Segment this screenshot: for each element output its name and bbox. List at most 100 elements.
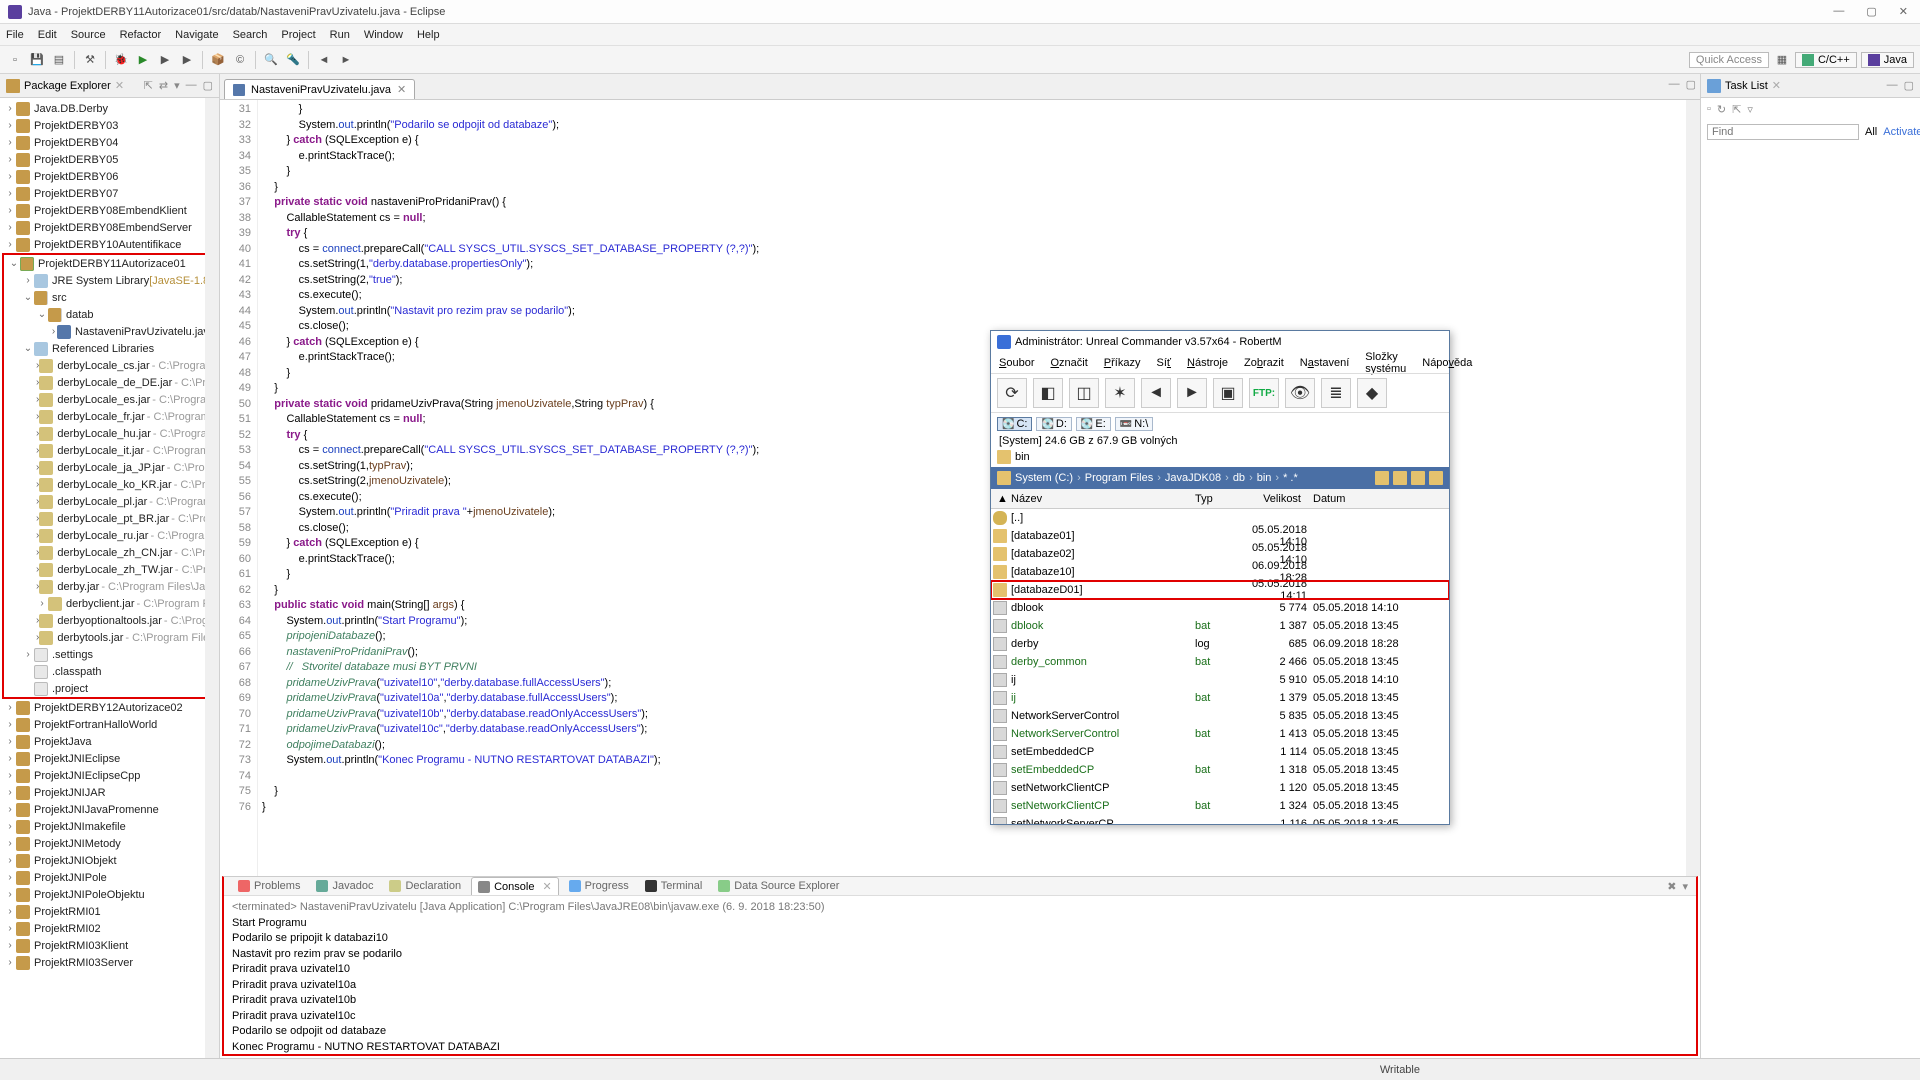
- uc-path-seg[interactable]: bin: [1257, 472, 1272, 484]
- editor-minimize-icon[interactable]: —: [1669, 78, 1680, 91]
- tree-item[interactable]: ›ProjektJNIPoleObjektu: [0, 886, 219, 903]
- tree-item[interactable]: ›ProjektRMI03Klient: [0, 937, 219, 954]
- code-editor[interactable]: 3132333435363738394041424344454647484950…: [220, 100, 1700, 876]
- tab-dse[interactable]: Data Source Explorer: [712, 878, 845, 894]
- uc-file-row[interactable]: dblookbat1 38705.05.2018 13:45: [991, 617, 1449, 635]
- tree-item[interactable]: ›ProjektJNIObjekt: [0, 852, 219, 869]
- tree-item[interactable]: ›ProjektDERBY07: [0, 185, 219, 202]
- uc-menu-slozky[interactable]: Složky systému: [1365, 351, 1406, 375]
- tree-item[interactable]: ›derbyLocale_ru.jar - C:\Program Fil: [4, 527, 215, 544]
- menu-edit[interactable]: Edit: [38, 29, 57, 41]
- new-package-button[interactable]: 📦: [209, 51, 227, 69]
- uc-file-row[interactable]: [databaze10]06.09.2018 18:28: [991, 563, 1449, 581]
- menu-project[interactable]: Project: [281, 29, 315, 41]
- close-view-icon[interactable]: ✕: [115, 79, 124, 92]
- task-max-icon[interactable]: ▢: [1904, 79, 1914, 92]
- uc-menu-sit[interactable]: Síť: [1156, 357, 1171, 369]
- new-class-button[interactable]: ©: [231, 51, 249, 69]
- tree-item[interactable]: .project: [4, 680, 215, 697]
- uc-flag-button[interactable]: ◧: [1033, 378, 1063, 408]
- tree-item[interactable]: ›derbyLocale_pt_BR.jar - C:\Program Fil: [4, 510, 215, 527]
- uc-col-name[interactable]: Název: [1005, 493, 1189, 505]
- tree-item[interactable]: ›derbyLocale_es.jar - C:\Program Fil: [4, 391, 215, 408]
- tree-item[interactable]: ›derbyLocale_zh_CN.jar - C:\Program Fil: [4, 544, 215, 561]
- tab-console[interactable]: Console✕: [471, 877, 559, 895]
- quick-access[interactable]: Quick Access: [1689, 52, 1769, 68]
- tree-item[interactable]: ›derbyoptionaltools.jar - C:\Program Fil: [4, 612, 215, 629]
- tree-item[interactable]: ›derbyLocale_it.jar - C:\Program Fil: [4, 442, 215, 459]
- uc-drive-c[interactable]: 💽 C:: [997, 417, 1032, 431]
- coverage-button[interactable]: ▶: [156, 51, 174, 69]
- minimize-button[interactable]: —: [1829, 5, 1848, 18]
- uc-file-row[interactable]: setNetworkClientCPbat1 32405.05.2018 13:…: [991, 797, 1449, 815]
- editor-scrollbar[interactable]: [1686, 100, 1700, 876]
- search-button[interactable]: 🔦: [284, 51, 302, 69]
- tree-item[interactable]: ›derbyclient.jar - C:\Program Fil: [4, 595, 215, 612]
- save-button[interactable]: 💾: [28, 51, 46, 69]
- uc-menu-nastaveni[interactable]: Nastavení: [1300, 357, 1350, 369]
- tree-item[interactable]: ›ProjektJNIJavaPromenne: [0, 801, 219, 818]
- tree-item[interactable]: ›derby.jar - C:\Program Files\JavaJD: [4, 578, 215, 595]
- close-button[interactable]: ✕: [1895, 5, 1912, 18]
- menu-run[interactable]: Run: [330, 29, 350, 41]
- uc-eye-button[interactable]: 👁: [1285, 378, 1315, 408]
- uc-box-button[interactable]: ▣: [1213, 378, 1243, 408]
- uc-path-icon[interactable]: [1411, 471, 1425, 485]
- link-editor-icon[interactable]: ⇄: [159, 79, 168, 92]
- tree-item[interactable]: ›ProjektDERBY05: [0, 151, 219, 168]
- menu-file[interactable]: File: [6, 29, 24, 41]
- console-output[interactable]: <terminated> NastaveniPravUzivatelu [Jav…: [224, 896, 1696, 1059]
- tree-item[interactable]: ›ProjektJNIEclipseCpp: [0, 767, 219, 784]
- tree-item[interactable]: ›derbytools.jar - C:\Program Files\: [4, 629, 215, 646]
- uc-menu-prikazy[interactable]: Příkazy: [1104, 357, 1141, 369]
- task-all-label[interactable]: All: [1865, 126, 1877, 138]
- uc-list-button[interactable]: ≣: [1321, 378, 1351, 408]
- uc-path-seg[interactable]: Program Files: [1085, 472, 1153, 484]
- uc-file-row[interactable]: [..]: [991, 509, 1449, 527]
- console-tab-close-icon[interactable]: ✕: [542, 880, 551, 893]
- uc-file-row[interactable]: NetworkServerControlbat1 41305.05.2018 1…: [991, 725, 1449, 743]
- debug-button[interactable]: 🐞: [112, 51, 130, 69]
- tree-item[interactable]: ›derbyLocale_hu.jar - C:\Program Fil: [4, 425, 215, 442]
- uc-file-row[interactable]: NetworkServerControl5 83505.05.2018 13:4…: [991, 707, 1449, 725]
- menu-search[interactable]: Search: [233, 29, 268, 41]
- uc-file-row[interactable]: dblook5 77405.05.2018 14:10: [991, 599, 1449, 617]
- tree-item[interactable]: ›ProjektDERBY08EmbendServer: [0, 219, 219, 236]
- perspective-cpp[interactable]: C/C++: [1795, 52, 1857, 68]
- uc-list-header[interactable]: ▲ Název Typ Velikost Datum: [991, 489, 1449, 509]
- menu-window[interactable]: Window: [364, 29, 403, 41]
- uc-drive-e[interactable]: 💽 E:: [1076, 417, 1111, 431]
- tree-item[interactable]: ›ProjektJava: [0, 733, 219, 750]
- uc-path-seg[interactable]: System (C:): [1015, 472, 1073, 484]
- uc-ftp-button[interactable]: FTP:: [1249, 378, 1279, 408]
- open-perspective-button[interactable]: ▦: [1773, 51, 1791, 69]
- uc-refresh-button[interactable]: ⟳: [997, 378, 1027, 408]
- saveall-button[interactable]: ▤: [50, 51, 68, 69]
- tree-item[interactable]: ›ProjektDERBY03: [0, 117, 219, 134]
- tree-item[interactable]: ⌄src: [4, 289, 215, 306]
- uc-file-row[interactable]: setNetworkServerCP1 11605.05.2018 13:45: [991, 815, 1449, 824]
- tree-item[interactable]: ›ProjektRMI01: [0, 903, 219, 920]
- tab-terminal[interactable]: Terminal: [639, 878, 709, 894]
- uc-breadcrumb[interactable]: System (C:)› Program Files› JavaJDK08› d…: [991, 467, 1449, 489]
- uc-path-icon[interactable]: [1429, 471, 1443, 485]
- uc-path-up[interactable]: * .*: [1283, 472, 1298, 484]
- menu-source[interactable]: Source: [71, 29, 106, 41]
- external-button[interactable]: ▶: [178, 51, 196, 69]
- menu-refactor[interactable]: Refactor: [120, 29, 162, 41]
- uc-tab-label[interactable]: bin: [1015, 451, 1030, 463]
- editor-tab-active[interactable]: NastaveniPravUzivatelu.java ✕: [224, 79, 415, 99]
- tree-item[interactable]: ›derbyLocale_ja_JP.jar - C:\Program: [4, 459, 215, 476]
- tree-item[interactable]: ›JRE System Library [JavaSE-1.8]: [4, 272, 215, 289]
- tab-javadoc[interactable]: Javadoc: [310, 878, 379, 894]
- tree-item[interactable]: ⌄ProjektDERBY11Autorizace01: [4, 255, 215, 272]
- task-min-icon[interactable]: —: [1887, 79, 1898, 92]
- tree-item[interactable]: ›ProjektDERBY10Autentifikace: [0, 236, 219, 253]
- uc-file-row[interactable]: ij5 91005.05.2018 14:10: [991, 671, 1449, 689]
- maximize-view-icon[interactable]: ▢: [203, 79, 213, 92]
- tree-item[interactable]: ›ProjektFortranHalloWorld: [0, 716, 219, 733]
- uc-path-seg[interactable]: db: [1233, 472, 1245, 484]
- uc-file-row[interactable]: derbylog68506.09.2018 18:28: [991, 635, 1449, 653]
- uc-back-button[interactable]: ◄: [1141, 378, 1171, 408]
- tree-item[interactable]: ›ProjektJNIPole: [0, 869, 219, 886]
